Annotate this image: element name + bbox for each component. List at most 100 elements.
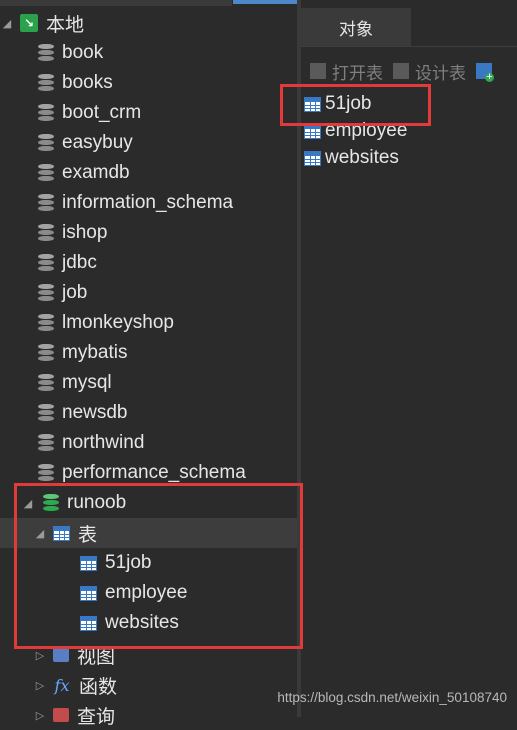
database-label: books [62,72,113,93]
tree-db-item[interactable]: newsdb [0,398,297,428]
query-icon [53,708,69,722]
database-icon [38,134,54,152]
database-label: examdb [62,162,130,183]
database-icon [38,254,54,272]
database-label: easybuy [62,132,133,153]
tree-table-item[interactable]: employee [0,578,297,608]
table-icon [304,150,321,166]
tree-db-item[interactable]: book [0,38,297,68]
open-table-label: 打开表 [332,63,383,83]
database-open-icon [43,494,59,512]
connection-icon: ↘ [20,14,38,32]
database-label: newsdb [62,402,128,423]
database-icon [38,164,54,182]
database-label: northwind [62,432,145,453]
database-label: mysql [62,372,112,393]
expand-arrow-icon[interactable]: ▷ [33,649,47,662]
table-icon [304,96,321,112]
top-strip [0,0,517,6]
collapse-arrow-icon[interactable]: ◢ [19,497,37,510]
tree-table-item[interactable]: 51job [0,548,297,578]
table-label: 51job [105,552,152,573]
panel-splitter[interactable] [297,0,301,717]
active-tab-indicator [233,0,297,4]
new-table-icon [476,63,494,82]
queries-node-label: 查询 [77,706,116,728]
database-label: job [62,282,88,303]
connection-label: 本地 [46,14,85,36]
collapse-arrow-icon[interactable]: ◢ [33,527,47,540]
database-label: ishop [62,222,108,243]
database-icon [38,374,54,392]
tree-db-item[interactable]: jdbc [0,248,297,278]
open-table-button[interactable]: 打开表 [310,59,383,84]
view-icon [53,648,69,662]
table-icon [80,555,97,571]
function-icon: fx [54,675,70,695]
expand-arrow-icon[interactable]: ▷ [33,679,47,692]
object-label: websites [325,147,399,168]
tree-db-runoob[interactable]: ◢ runoob [0,488,297,518]
database-label: lmonkeyshop [62,312,174,333]
tree-db-item[interactable]: information_schema [0,188,297,218]
tree-db-item[interactable]: northwind [0,428,297,458]
tree-views-node[interactable]: ▷ 视图 [0,640,297,670]
watermark: https://blog.csdn.net/weixin_50108740 [277,690,507,705]
tabbar-divider [301,46,517,47]
object-label: 51job [325,93,372,114]
tree-db-item[interactable]: job [0,278,297,308]
database-icon [38,194,54,212]
new-table-button[interactable] [476,63,498,82]
table-label: employee [105,582,188,603]
database-icon [38,314,54,332]
tree-connection-local[interactable]: ◢ ↘ 本地 [0,8,297,38]
tree-functions-node[interactable]: ▷ fx 函数 [0,670,297,700]
tree-db-item[interactable]: books [0,68,297,98]
design-table-label: 设计表 [415,63,466,83]
tree-db-item[interactable]: mybatis [0,338,297,368]
table-folder-icon [53,525,70,541]
tree-db-item[interactable]: ishop [0,218,297,248]
open-table-icon [310,63,326,79]
tree-db-item[interactable]: performance_schema [0,458,297,488]
functions-node-label: 函数 [79,676,118,698]
database-icon [38,224,54,242]
database-icon [38,404,54,422]
object-label: employee [325,120,408,141]
object-item[interactable]: employee [304,118,407,144]
database-icon [38,284,54,302]
database-icon [38,104,54,122]
table-icon [80,615,97,631]
database-label: jdbc [62,252,97,273]
tree-db-item[interactable]: lmonkeyshop [0,308,297,338]
views-node-label: 视图 [77,646,116,668]
database-icon [38,434,54,452]
tree-tables-node[interactable]: ◢ 表 [0,518,297,548]
tree-db-item[interactable]: boot_crm [0,98,297,128]
collapse-arrow-icon[interactable]: ◢ [0,17,14,30]
design-table-button[interactable]: 设计表 [393,59,466,84]
tree-db-item[interactable]: examdb [0,158,297,188]
tree-queries-node[interactable]: ▷ 查询 [0,700,297,730]
table-label: websites [105,612,179,633]
database-icon [38,464,54,482]
database-icon [38,344,54,362]
database-label: boot_crm [62,102,142,123]
database-label: information_schema [62,192,234,213]
object-item[interactable]: 51job [304,91,372,117]
object-item[interactable]: websites [304,145,399,171]
tree-db-item[interactable]: mysql [0,368,297,398]
database-icon [38,74,54,92]
database-label: runoob [67,492,127,513]
database-label: performance_schema [62,462,246,483]
table-icon [304,123,321,139]
tab-objects[interactable]: 对象 [301,8,411,46]
design-table-icon [393,63,409,79]
database-label: mybatis [62,342,128,363]
expand-arrow-icon[interactable]: ▷ [33,709,47,722]
object-toolbar: 打开表 设计表 [301,58,517,84]
database-icon [38,44,54,62]
table-icon [80,585,97,601]
tree-db-item[interactable]: easybuy [0,128,297,158]
tree-table-item[interactable]: websites [0,608,297,638]
